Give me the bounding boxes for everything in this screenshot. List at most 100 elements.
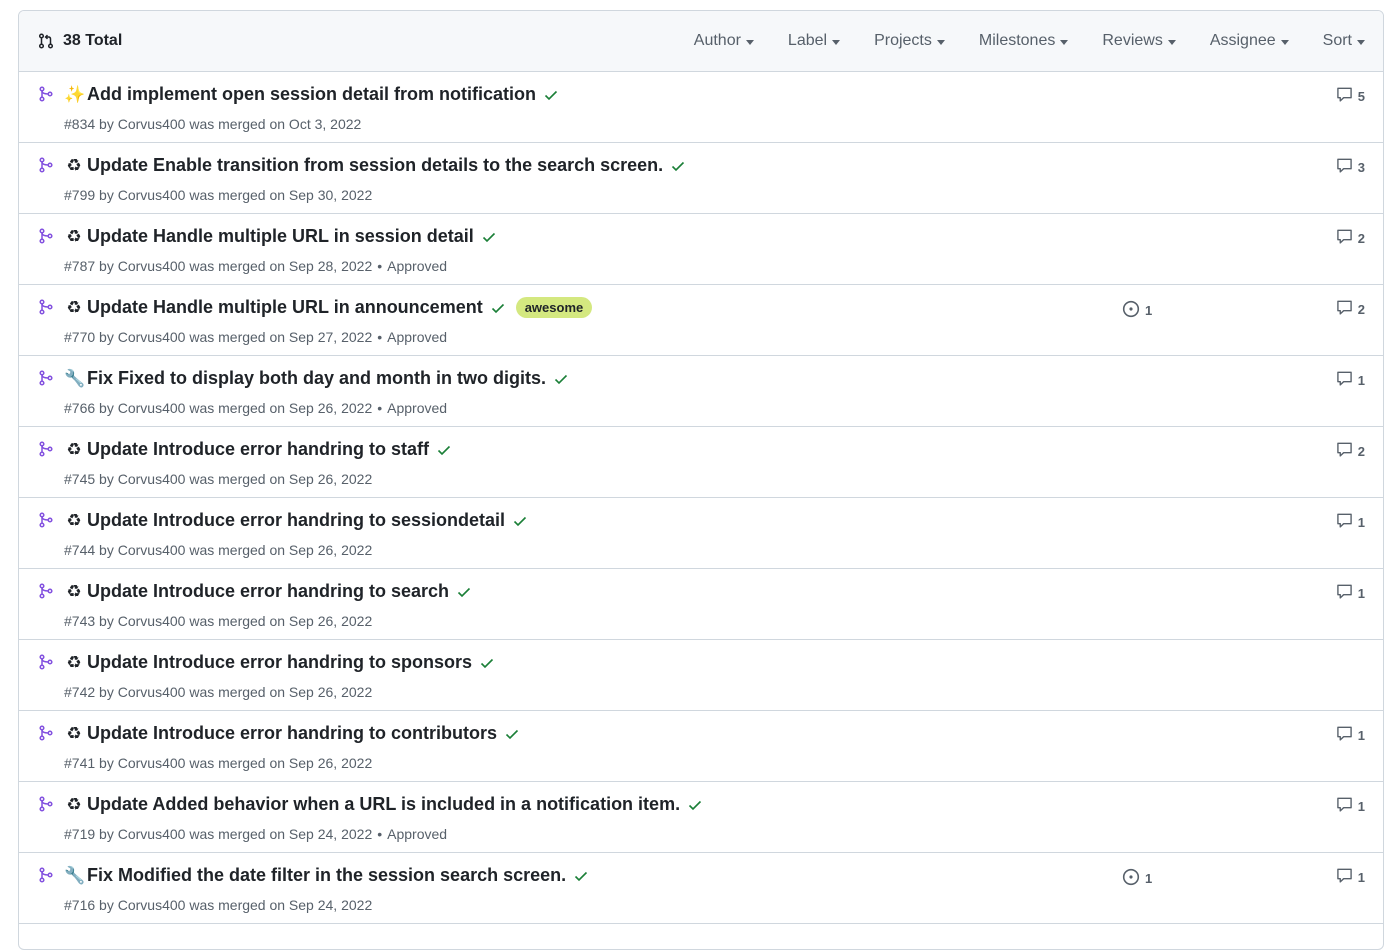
pr-author-link[interactable]: Corvus400 [118, 755, 186, 771]
pr-title-link[interactable]: Update Added behavior when a URL is incl… [87, 794, 680, 815]
filter-assignee-dropdown[interactable]: Assignee [1193, 11, 1306, 71]
filter-label: Projects [874, 32, 932, 49]
separator-dot: • [377, 258, 383, 274]
filter-label-dropdown[interactable]: Label [771, 11, 857, 71]
filter-projects-dropdown[interactable]: Projects [857, 11, 962, 71]
total-label: 38 Total [63, 32, 123, 49]
pr-title-line: ✨ Add implement open session detail from … [64, 84, 559, 105]
comments-count: 5 [1357, 88, 1365, 104]
review-status-link[interactable]: Approved [387, 400, 447, 416]
checks-passed-icon[interactable] [504, 726, 520, 742]
checks-passed-icon[interactable] [512, 513, 528, 529]
merged-pr-icon [38, 867, 54, 888]
caret-down-icon [1167, 39, 1176, 45]
filter-author-dropdown[interactable]: Author [677, 11, 771, 71]
review-status-link[interactable]: Approved [387, 826, 447, 842]
merged-pr-icon [38, 583, 54, 604]
checks-passed-icon[interactable] [573, 868, 589, 884]
filter-milestones-dropdown[interactable]: Milestones [962, 11, 1085, 71]
comments-link[interactable]: 5 [1336, 86, 1365, 106]
pr-number: #741 [64, 755, 96, 771]
pr-author-link[interactable]: Corvus400 [118, 258, 186, 274]
pr-title-link[interactable]: Update Introduce error handring to sessi… [87, 510, 505, 531]
pr-title-link[interactable]: Update Enable transition from session de… [87, 155, 663, 176]
pr-merged-date: was merged on Oct 3, 2022 [189, 116, 362, 132]
pr-number: #716 [64, 897, 96, 913]
pr-merged-date: was merged on Sep 26, 2022 [189, 755, 373, 771]
recycle-icon: ♻ [66, 723, 82, 744]
pr-author-link[interactable]: Corvus400 [118, 116, 186, 132]
checks-passed-icon[interactable] [481, 229, 497, 245]
pr-title-link[interactable]: Update Introduce error handring to contr… [87, 723, 497, 744]
pr-meta: #799 by Corvus400 was merged on Sep 30, … [64, 187, 373, 203]
pr-author-link[interactable]: Corvus400 [118, 471, 186, 487]
comments-link[interactable]: 1 [1336, 796, 1365, 816]
pr-title-link[interactable]: Fix Fixed to display both day and month … [87, 368, 546, 389]
label-awesome[interactable]: awesome [515, 297, 593, 318]
pr-author-link[interactable]: Corvus400 [118, 400, 186, 416]
comments-link[interactable]: 2 [1336, 228, 1365, 248]
total-count[interactable]: 38 Total [38, 32, 122, 50]
merged-pr-icon [38, 796, 54, 817]
pr-number: #770 [64, 329, 96, 345]
pr-title-link[interactable]: Fix Modified the date filter in the sess… [87, 865, 566, 886]
comments-count: 1 [1357, 372, 1365, 388]
linked-issues[interactable]: 1 [1122, 300, 1152, 321]
pr-title-link[interactable]: Update Introduce error handring to staff [87, 439, 429, 460]
pr-author-link[interactable]: Corvus400 [118, 897, 186, 913]
filter-reviews-dropdown[interactable]: Reviews [1085, 11, 1192, 71]
pr-author-link[interactable]: Corvus400 [118, 826, 186, 842]
comments-link[interactable]: 2 [1336, 299, 1365, 319]
pr-number: #744 [64, 542, 96, 558]
pr-author-link[interactable]: Corvus400 [118, 542, 186, 558]
review-status-link[interactable]: Approved [387, 329, 447, 345]
checks-passed-icon[interactable] [436, 442, 452, 458]
checks-passed-icon[interactable] [479, 655, 495, 671]
pr-author-link[interactable]: Corvus400 [118, 613, 186, 629]
checks-passed-icon[interactable] [490, 300, 506, 316]
review-status-link[interactable]: Approved [387, 258, 447, 274]
pr-title-link[interactable]: Update Handle multiple URL in session de… [87, 226, 474, 247]
comments-link[interactable]: 1 [1336, 725, 1365, 745]
pull-request-row: 🔧 Fix Fixed to display both day and month… [19, 356, 1383, 427]
pr-title-line: ♻ Update Introduce error handring to sess… [64, 510, 528, 531]
pr-merged-date: was merged on Sep 26, 2022 [189, 471, 373, 487]
comments-link[interactable]: 1 [1336, 512, 1365, 532]
comment-icon [1336, 583, 1358, 603]
pull-request-list: 38 Total Author Label Projects Milestones Re… [18, 10, 1384, 950]
separator-dot: • [377, 826, 383, 842]
comments-link[interactable]: 1 [1336, 370, 1365, 390]
comments-count: 2 [1357, 230, 1365, 246]
pr-meta: #745 by Corvus400 was merged on Sep 26, … [64, 471, 373, 487]
recycle-icon: ♻ [66, 510, 82, 531]
checks-passed-icon[interactable] [553, 371, 569, 387]
pr-author-link[interactable]: Corvus400 [118, 684, 186, 700]
pr-merged-date: was merged on Sep 30, 2022 [189, 187, 373, 203]
checks-passed-icon[interactable] [670, 158, 686, 174]
comments-link[interactable]: 2 [1336, 441, 1365, 461]
pr-meta: #770 by Corvus400 was merged on Sep 27, … [64, 329, 448, 345]
wrench-icon: 🔧 [64, 865, 86, 886]
pr-author-link[interactable]: Corvus400 [118, 187, 186, 203]
caret-down-icon [936, 39, 945, 45]
issue-opened-icon [1122, 300, 1145, 321]
checks-passed-icon[interactable] [687, 797, 703, 813]
comments-link[interactable]: 1 [1336, 583, 1365, 603]
checks-passed-icon[interactable] [543, 87, 559, 103]
linked-issues[interactable]: 1 [1122, 868, 1152, 889]
pr-merged-date: was merged on Sep 26, 2022 [189, 684, 373, 700]
comments-link[interactable]: 1 [1336, 867, 1365, 887]
pr-title-link[interactable]: Update Introduce error handring to searc… [87, 581, 449, 602]
checks-passed-icon[interactable] [456, 584, 472, 600]
filter-sort-dropdown[interactable]: Sort [1306, 11, 1383, 71]
pr-title-link[interactable]: Update Introduce error handring to spons… [87, 652, 472, 673]
pr-title-link[interactable]: Update Handle multiple URL in announceme… [87, 297, 483, 318]
comments-link[interactable]: 3 [1336, 157, 1365, 177]
pr-merged-date: was merged on Sep 24, 2022 [189, 826, 373, 842]
caret-down-icon [1060, 39, 1069, 45]
pull-request-rows: ✨ Add implement open session detail from … [19, 72, 1383, 924]
recycle-icon: ♻ [66, 439, 82, 460]
pr-author-link[interactable]: Corvus400 [118, 329, 186, 345]
pr-meta: #766 by Corvus400 was merged on Sep 26, … [64, 400, 448, 416]
pr-title-link[interactable]: Add implement open session detail from n… [87, 84, 536, 105]
